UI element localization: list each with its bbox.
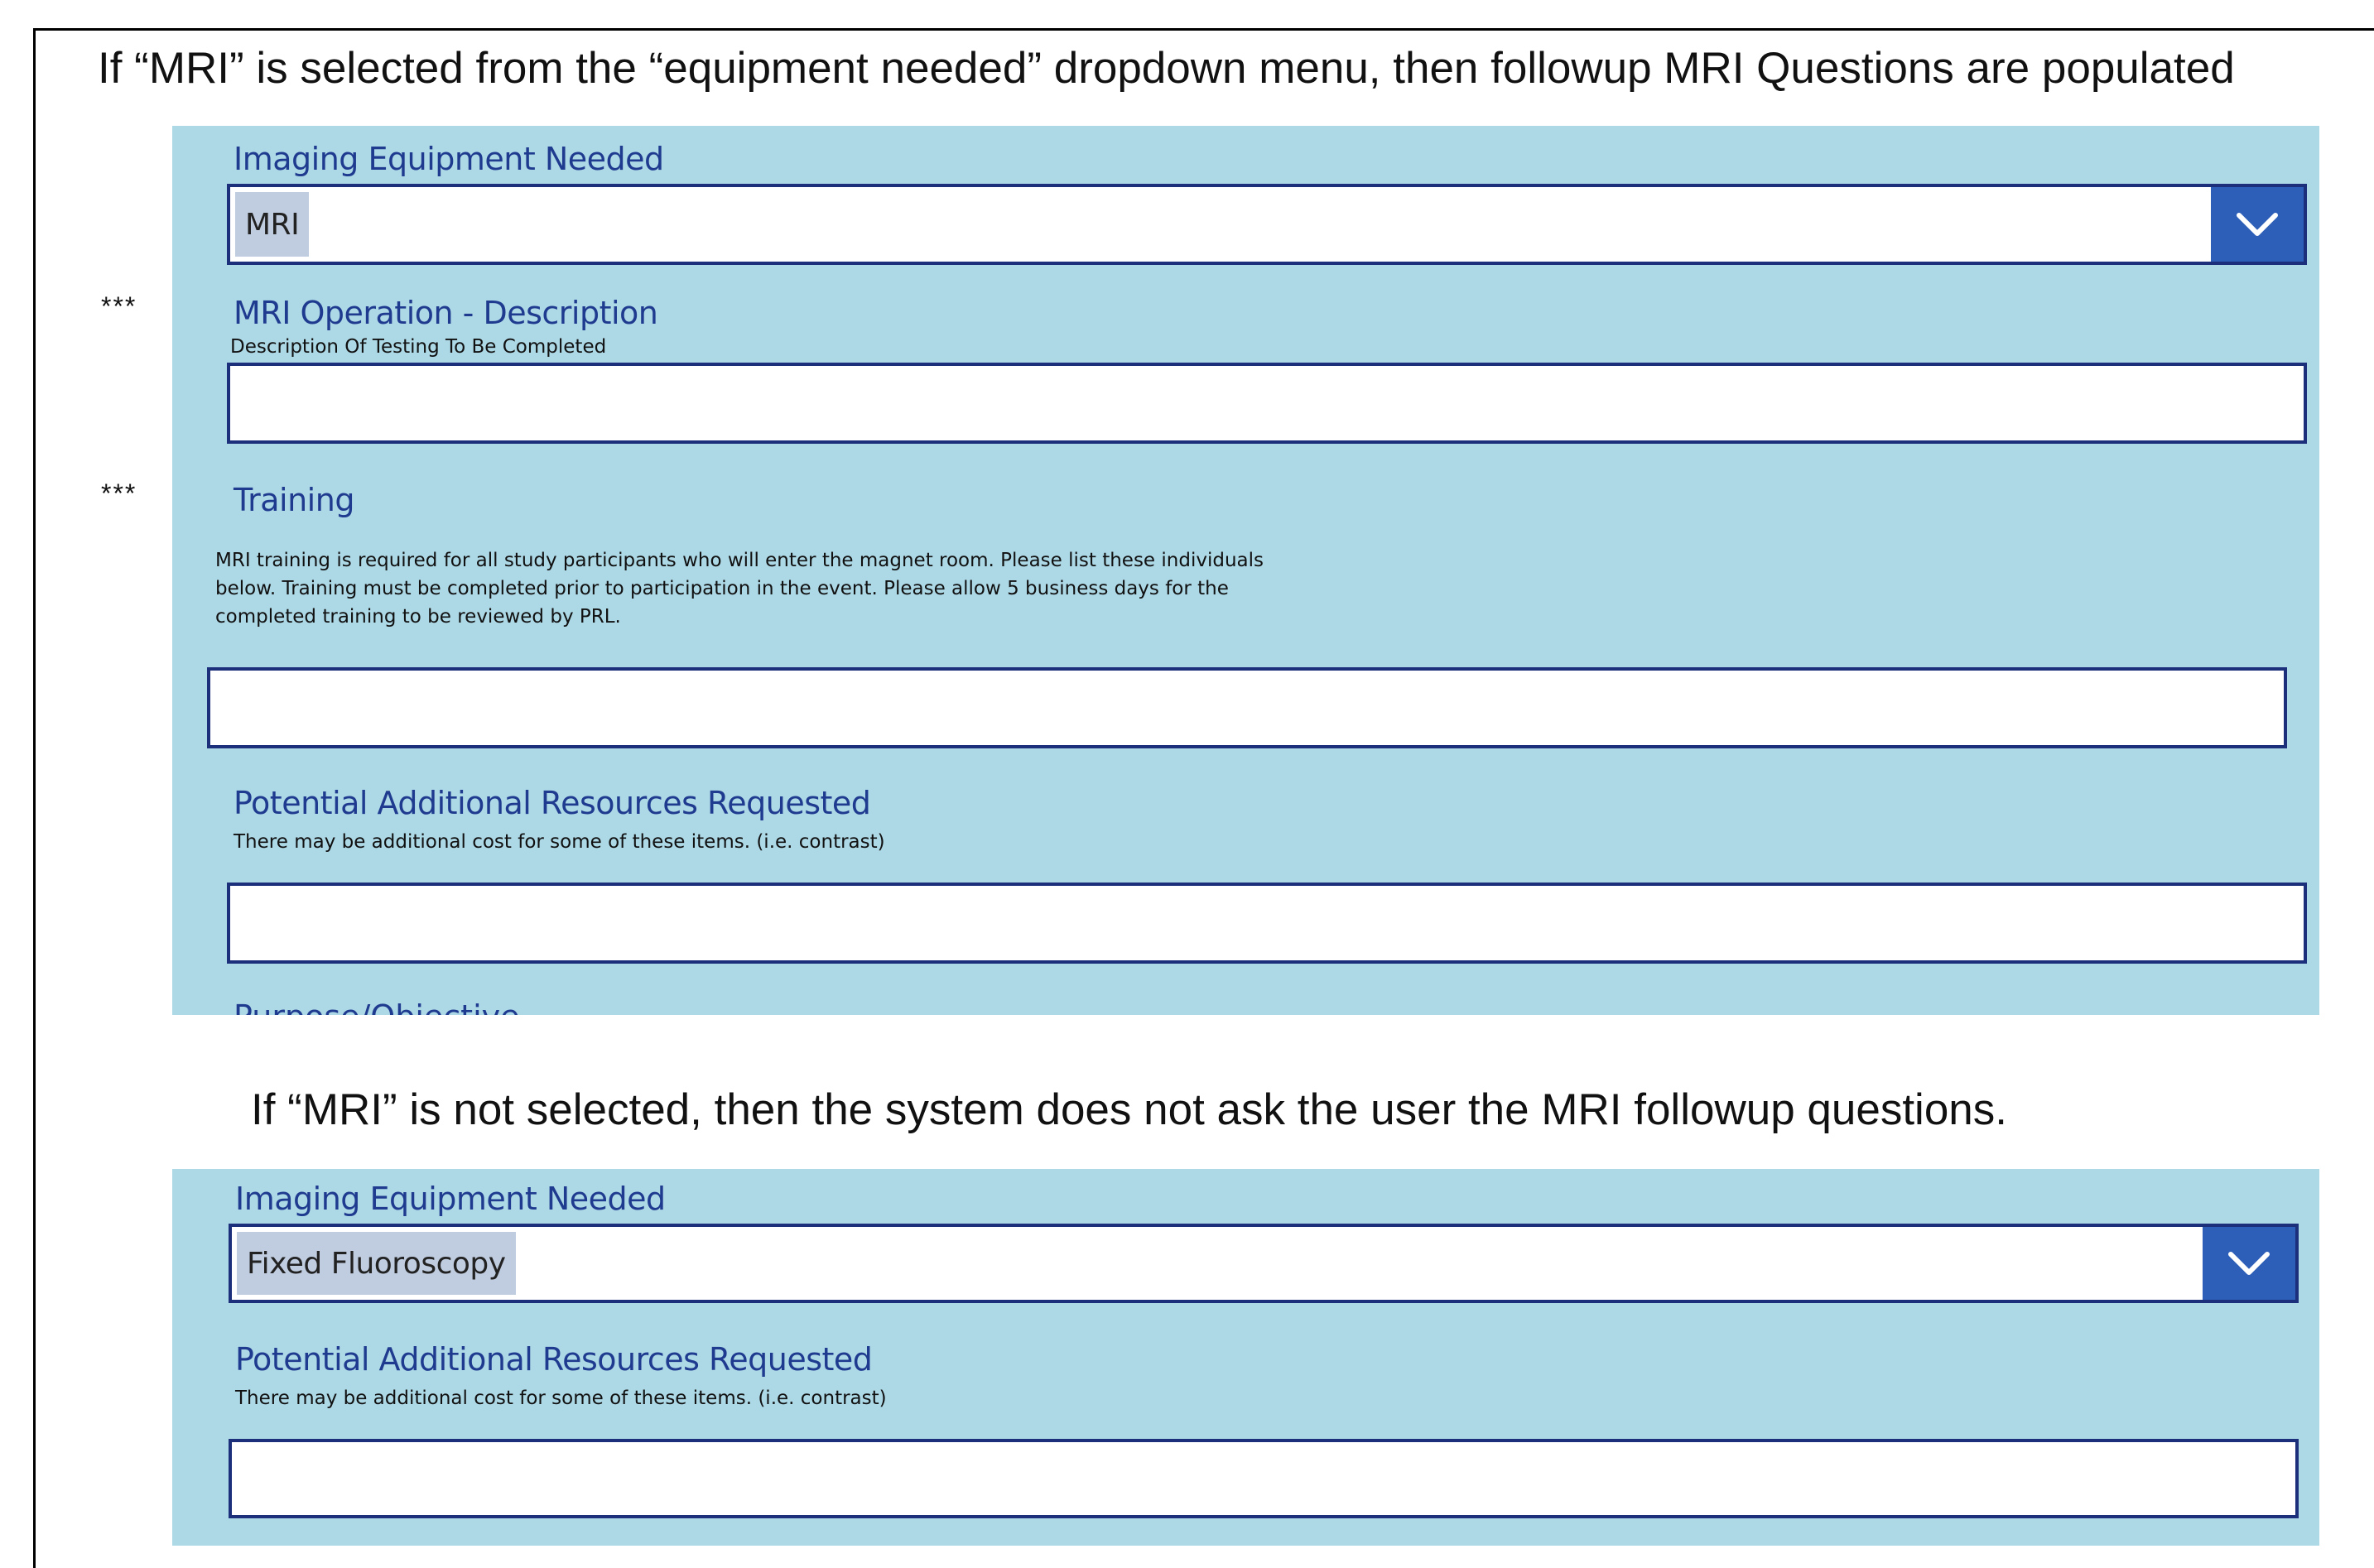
training-instructions: MRI training is required for all study p… xyxy=(215,550,1264,628)
resources-label: Potential Additional Resources Requested xyxy=(235,1341,873,1378)
dropdown-toggle-button[interactable] xyxy=(2211,187,2304,262)
dropdown-toggle-button[interactable] xyxy=(2203,1227,2295,1300)
resources-sublabel: There may be additional cost for some of… xyxy=(235,1388,887,1409)
description-label: MRI Operation - Description xyxy=(234,295,658,331)
chevron-down-icon xyxy=(2228,1252,2270,1275)
mri-form-panel: Imaging Equipment Needed MRI MRI Operati… xyxy=(172,126,2319,1015)
equipment-dropdown[interactable]: Fixed Fluoroscopy xyxy=(229,1224,2299,1303)
resources-input[interactable] xyxy=(227,883,2307,964)
resources-input[interactable] xyxy=(229,1439,2299,1518)
caption-mri-not-selected: If “MRI” is not selected, then the syste… xyxy=(251,1085,2008,1134)
caption-mri-selected: If “MRI” is selected from the “equipment… xyxy=(98,44,2235,93)
equipment-label: Imaging Equipment Needed xyxy=(235,1181,666,1217)
other-equipment-form-panel: Imaging Equipment Needed Fixed Fluorosco… xyxy=(172,1169,2319,1546)
description-sublabel: Description Of Testing To Be Completed xyxy=(230,336,607,358)
equipment-label: Imaging Equipment Needed xyxy=(234,141,664,177)
equipment-selected-value: Fixed Fluoroscopy xyxy=(237,1232,516,1295)
required-marker-description: *** xyxy=(101,291,137,321)
resources-sublabel: There may be additional cost for some of… xyxy=(234,831,885,853)
equipment-dropdown[interactable]: MRI xyxy=(227,184,2307,265)
description-input[interactable] xyxy=(227,363,2307,444)
required-marker-training: *** xyxy=(101,479,137,508)
equipment-selected-value: MRI xyxy=(235,192,310,257)
training-input[interactable] xyxy=(207,667,2287,748)
resources-label: Potential Additional Resources Requested xyxy=(234,785,871,821)
training-label: Training xyxy=(234,482,354,518)
chevron-down-icon xyxy=(2237,213,2278,236)
purpose-label-cutoff: Purpose/Objective xyxy=(234,998,520,1015)
